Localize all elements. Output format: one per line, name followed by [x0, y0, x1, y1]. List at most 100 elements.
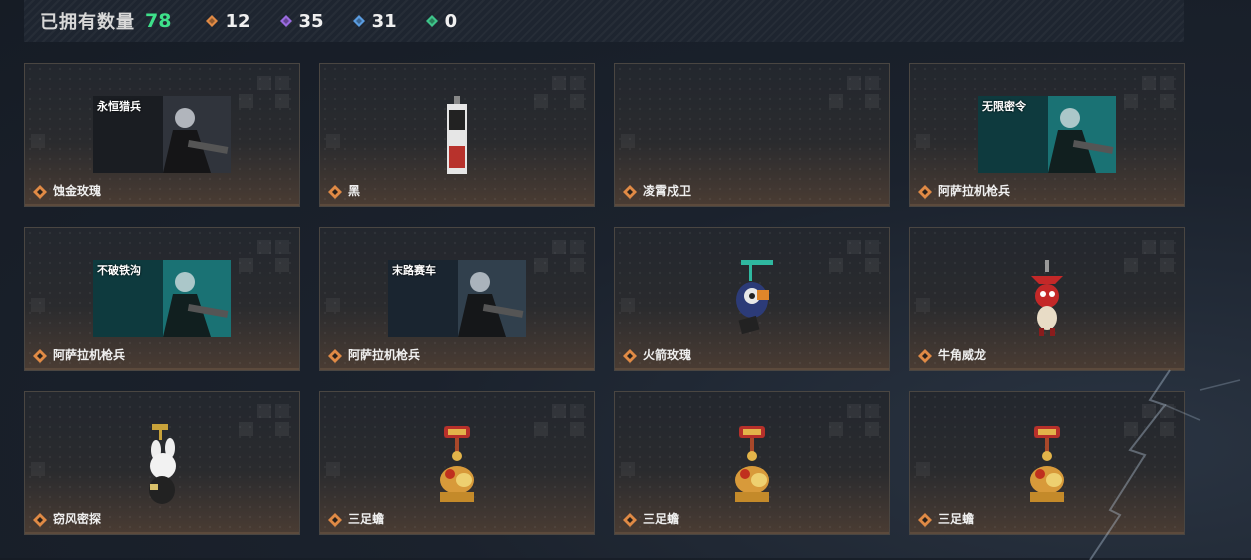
card-decoration: [829, 228, 889, 278]
item-name: 阿萨拉机枪兵: [53, 348, 126, 362]
rarity-orange-icon: [623, 512, 637, 527]
rarity-orange-icon: [328, 512, 342, 527]
rarity-orange-icon: [623, 184, 637, 199]
card-decoration: [621, 298, 635, 312]
item-label: 牛角威龙: [918, 346, 986, 363]
skin-banner-image: 无限密令: [978, 96, 1116, 173]
stat-value: 12: [225, 10, 251, 32]
item-name: 阿萨拉机枪兵: [348, 348, 421, 362]
item-art: 末路赛车: [388, 260, 526, 337]
rarity-orange-icon: [623, 348, 637, 363]
item-name: 三足蟾: [643, 512, 680, 526]
card-decoration: [326, 134, 340, 148]
rocket-charm-image: [736, 260, 773, 335]
item-card[interactable]: 三足蟾: [909, 391, 1185, 535]
item-card[interactable]: 不破铁沟阿萨拉机枪兵: [24, 227, 300, 371]
purple-diamond-icon: [279, 14, 293, 28]
item-card[interactable]: 牛角威龙: [909, 227, 1185, 371]
item-card[interactable]: 永恒猎兵蚀金玫瑰: [24, 63, 300, 207]
stat-orange-diamond: 12: [205, 10, 251, 32]
item-card[interactable]: 黑: [319, 63, 595, 207]
item-name: 火箭玫瑰: [643, 348, 692, 362]
item-label: 三足蟾: [918, 510, 974, 527]
blue-diamond-icon: [352, 14, 366, 28]
rarity-orange-icon: [33, 184, 47, 199]
card-decoration: [326, 462, 340, 476]
rarity-orange-icon: [918, 512, 932, 527]
card-decoration: [31, 462, 45, 476]
card-decoration: [621, 134, 635, 148]
item-art: [1024, 424, 1070, 510]
item-label: 凌霄戍卫: [623, 182, 691, 199]
item-card[interactable]: 末路赛车阿萨拉机枪兵: [319, 227, 595, 371]
item-art: 永恒猎兵: [93, 96, 231, 173]
card-decoration: [326, 298, 340, 312]
item-name: 蚀金玫瑰: [53, 184, 102, 198]
card-decoration: [31, 134, 45, 148]
item-label: 窃风密探: [33, 510, 101, 527]
card-decoration: [1124, 392, 1184, 442]
toad-charm-image: [440, 426, 474, 502]
owned-count-label: 已拥有数量: [40, 12, 135, 33]
card-decoration: [829, 392, 889, 442]
banner-title: 永恒猎兵: [97, 100, 141, 113]
item-card[interactable]: 三足蟾: [319, 391, 595, 535]
toad-charm-image: [1030, 426, 1064, 502]
card-decoration: [916, 462, 930, 476]
card-decoration: [534, 392, 594, 442]
card-decoration: [31, 298, 45, 312]
banner-title: 无限密令: [982, 100, 1026, 113]
card-decoration: [534, 228, 594, 278]
item-label: 黑: [328, 182, 360, 199]
item-card[interactable]: 凌霄戍卫: [614, 63, 890, 207]
stat-value: 31: [371, 10, 397, 32]
card-decoration: [534, 64, 594, 114]
skin-banner-image: 末路赛车: [388, 260, 526, 337]
item-card[interactable]: 三足蟾: [614, 391, 890, 535]
card-decoration: [239, 64, 299, 114]
item-art: [727, 260, 777, 342]
rarity-orange-icon: [918, 348, 932, 363]
item-art: [434, 424, 480, 510]
item-name: 牛角威龙: [938, 348, 987, 362]
item-card[interactable]: 无限密令阿萨拉机枪兵: [909, 63, 1185, 207]
card-decoration: [1124, 64, 1184, 114]
item-name: 窃风密探: [53, 512, 102, 526]
stat-green-diamond: 0: [425, 11, 457, 32]
card-decoration: [239, 228, 299, 278]
orange-diamond-icon: [205, 14, 219, 28]
bunny-charm-image: [149, 424, 176, 504]
stat-purple-diamond: 35: [279, 11, 324, 32]
banner-title: 不破铁沟: [97, 264, 141, 277]
card-decoration: [916, 134, 930, 148]
item-name: 三足蟾: [938, 512, 975, 526]
rarity-orange-icon: [918, 184, 932, 199]
item-art: [140, 424, 184, 510]
item-art: 无限密令: [978, 96, 1116, 173]
item-card[interactable]: 火箭玫瑰: [614, 227, 890, 371]
item-label: 阿萨拉机枪兵: [33, 346, 125, 363]
item-label: 阿萨拉机枪兵: [918, 182, 1010, 199]
item-grid: 永恒猎兵 蚀金玫瑰黑凌霄戍卫 无限密令 阿萨拉机枪兵 不破铁沟 阿萨拉机枪兵 末路赛车 阿萨拉…: [24, 63, 1185, 535]
inventory-header: 已拥有数量 78 12 35 31 0: [24, 0, 1184, 42]
item-name: 三足蟾: [348, 512, 385, 526]
item-art: [445, 96, 469, 178]
item-name: 阿萨拉机枪兵: [938, 184, 1011, 198]
rarity-orange-icon: [33, 512, 47, 527]
card-decoration: [1124, 228, 1184, 278]
item-label: 蚀金玫瑰: [33, 182, 101, 199]
card-decoration: [916, 298, 930, 312]
toad-charm-image: [735, 426, 769, 502]
green-diamond-icon: [425, 14, 439, 28]
skin-banner-image: 永恒猎兵: [93, 96, 231, 173]
item-card[interactable]: 窃风密探: [24, 391, 300, 535]
item-label: 火箭玫瑰: [623, 346, 691, 363]
item-art: [729, 424, 775, 510]
skin-banner-image: 不破铁沟: [93, 260, 231, 337]
card-decoration: [829, 64, 889, 114]
tag-charm-image: [447, 96, 467, 174]
banner-title: 末路赛车: [392, 264, 436, 277]
stat-blue-diamond: 31: [352, 11, 397, 32]
item-name: 凌霄戍卫: [643, 184, 692, 198]
rarity-orange-icon: [33, 348, 47, 363]
